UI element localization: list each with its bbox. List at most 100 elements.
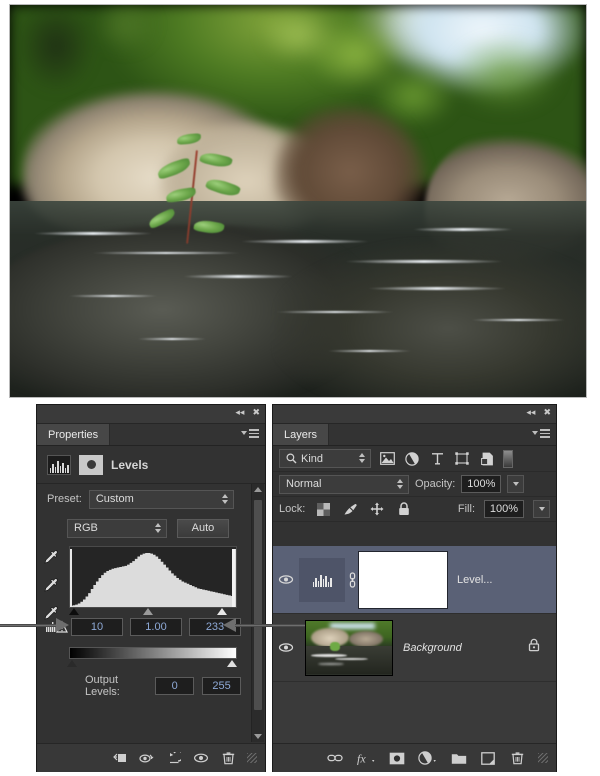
tab-layers[interactable]: Layers: [273, 424, 330, 445]
adjustment-layer-filter-icon[interactable]: [403, 450, 421, 467]
eye-icon: [278, 575, 294, 584]
lock-icon: [528, 638, 540, 657]
delete-icon[interactable]: [220, 750, 236, 766]
input-gamma-slider[interactable]: [143, 608, 153, 615]
table-row[interactable]: Background: [273, 614, 556, 682]
eyedropper-column: [43, 548, 61, 622]
fill-dropdown-icon[interactable]: [533, 500, 550, 518]
preset-select[interactable]: Custom: [88, 489, 234, 509]
layer-visibility-toggle[interactable]: [273, 642, 299, 653]
new-group-icon[interactable]: [451, 750, 467, 766]
filter-kind-select[interactable]: Kind: [279, 449, 371, 468]
panel-menu-icon[interactable]: [532, 429, 550, 438]
black-point-eyedropper[interactable]: [43, 548, 61, 566]
properties-scrollbar[interactable]: [251, 484, 264, 742]
opacity-dropdown-icon[interactable]: [507, 475, 525, 493]
add-mask-icon[interactable]: [389, 750, 405, 766]
output-levels-gradient: [69, 647, 237, 659]
scroll-up-arrow[interactable]: [252, 484, 264, 495]
output-levels-slider-track[interactable]: [65, 660, 241, 669]
lock-position-icon[interactable]: [368, 501, 386, 518]
type-layer-filter-icon[interactable]: [428, 450, 446, 467]
arrow-to-black-input-slider: [0, 618, 72, 632]
opacity-label: Opacity:: [415, 478, 456, 490]
output-white-field[interactable]: 255: [202, 677, 241, 695]
layer-mask-thumbnail[interactable]: [358, 550, 448, 609]
layer-name[interactable]: Background: [403, 642, 528, 654]
smart-object-filter-icon[interactable]: [478, 450, 496, 467]
lock-transparency-icon[interactable]: [314, 501, 332, 518]
shape-layer-filter-icon[interactable]: [453, 450, 471, 467]
channel-select[interactable]: RGB: [67, 518, 167, 538]
view-previous-state-icon[interactable]: [139, 750, 155, 766]
blend-mode-value: Normal: [286, 478, 322, 490]
output-black-field[interactable]: 0: [155, 677, 195, 695]
resize-grip[interactable]: [247, 753, 257, 763]
wet-rock-foreground-right: [274, 240, 586, 397]
photoshop-screenshot: ◂◂ ✖ Properties Levels Preset: Custom RG…: [0, 0, 600, 776]
properties-content: Preset: Custom RGB Auto 10 1.00 233 Outp…: [37, 484, 251, 742]
input-levels-slider-track[interactable]: [69, 608, 237, 617]
svg-text:fx: fx: [357, 752, 366, 766]
layer-thumbnail-background[interactable]: [305, 619, 393, 676]
filter-kind-value: Kind: [301, 452, 324, 465]
input-white-slider[interactable]: [217, 608, 227, 615]
output-black-slider[interactable]: [67, 660, 77, 667]
blend-mode-row: Normal Opacity: 100%: [273, 472, 556, 497]
input-black-slider[interactable]: [69, 608, 79, 615]
layers-footer: fx: [273, 743, 556, 772]
properties-panel: ◂◂ ✖ Properties Levels Preset: Custom RG…: [36, 404, 266, 772]
collapse-panels-icon[interactable]: ◂◂: [235, 408, 244, 417]
output-levels-row: Output Levels: 0 255: [37, 674, 251, 698]
layer-thumbnail-adjustment[interactable]: [299, 557, 345, 602]
close-icon[interactable]: ✖: [543, 408, 551, 417]
new-adjustment-layer-icon[interactable]: [418, 750, 438, 766]
levels-histogram-chart[interactable]: [69, 546, 237, 608]
scroll-down-arrow[interactable]: [252, 731, 264, 742]
layers-panel: ◂◂ ✖ Layers Kind Normal Opacity: 100% Lo…: [272, 404, 557, 772]
close-icon[interactable]: ✖: [252, 408, 260, 417]
adjustment-header: Levels: [37, 446, 265, 484]
input-black-field[interactable]: 10: [71, 618, 123, 636]
toggle-visibility-icon[interactable]: [193, 750, 209, 766]
arrow-to-white-input-slider: [223, 618, 305, 632]
fill-label: Fill:: [457, 503, 475, 515]
lock-row: Lock: Fill: 100%: [273, 497, 556, 522]
blend-mode-select[interactable]: Normal: [279, 474, 409, 494]
resize-grip[interactable]: [538, 753, 548, 763]
opacity-field[interactable]: 100%: [461, 475, 502, 493]
new-layer-icon[interactable]: [480, 750, 496, 766]
histogram-left-edge: [70, 549, 72, 607]
output-white-slider[interactable]: [227, 660, 237, 667]
layer-style-fx-icon[interactable]: fx: [356, 750, 376, 766]
lock-image-icon[interactable]: [341, 501, 359, 518]
properties-tabstrip: Properties: [37, 424, 265, 446]
collapse-panels-icon[interactable]: ◂◂: [526, 408, 535, 417]
input-gamma-field[interactable]: 1.00: [130, 618, 182, 636]
reset-icon[interactable]: [166, 750, 182, 766]
tab-properties[interactable]: Properties: [37, 424, 111, 445]
layer-visibility-toggle[interactable]: [273, 574, 299, 585]
pixel-layer-filter-icon[interactable]: [378, 450, 396, 467]
gray-point-eyedropper[interactable]: [43, 576, 61, 594]
layer-list[interactable]: Level... Background: [273, 546, 556, 743]
layer-name[interactable]: Level...: [457, 574, 556, 586]
channel-row: RGB Auto: [37, 514, 251, 542]
tabstrip-filler: [329, 424, 556, 445]
delete-layer-icon[interactable]: [509, 750, 525, 766]
panel-menu-icon[interactable]: [241, 429, 259, 438]
link-mask-icon[interactable]: [345, 571, 359, 588]
fill-field[interactable]: 100%: [484, 500, 524, 518]
image-canvas[interactable]: [9, 4, 587, 398]
auto-button[interactable]: Auto: [177, 518, 229, 538]
adjustment-circle-icon: [79, 454, 103, 475]
filter-toggle-icon[interactable]: [503, 449, 513, 468]
clip-to-layer-icon[interactable]: [112, 750, 128, 766]
lock-all-icon[interactable]: [395, 501, 413, 518]
levels-histogram-icon: [47, 454, 71, 475]
preset-row: Preset: Custom: [37, 484, 251, 514]
scrollbar-thumb[interactable]: [254, 500, 262, 710]
table-row[interactable]: Level...: [273, 546, 556, 614]
layer-filter-row: Kind: [273, 446, 556, 472]
link-layers-icon[interactable]: [327, 750, 343, 766]
